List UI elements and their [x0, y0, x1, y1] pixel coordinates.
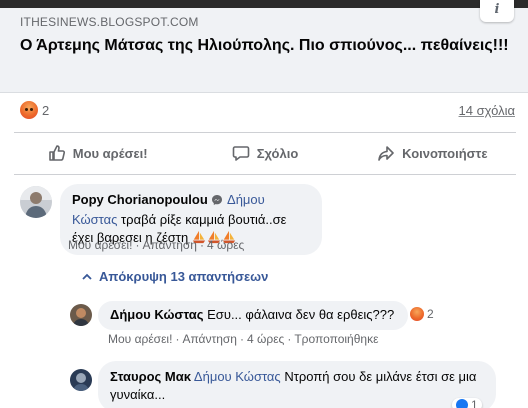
reply-reaction-count: 2: [427, 307, 434, 321]
comment-like-link[interactable]: Μου αρέσει!: [68, 238, 132, 252]
comment-author[interactable]: Popy Chorianopoulou: [72, 192, 208, 207]
hide-replies-toggle[interactable]: Απόκρυψη 13 απαντήσεων: [82, 269, 268, 284]
share-label: Κοινοποιήστε: [402, 145, 488, 161]
reply-author[interactable]: Σταυρος Μακ: [110, 369, 191, 384]
comment-reply-link[interactable]: Απάντηση: [142, 238, 197, 252]
avatar[interactable]: [70, 304, 92, 326]
divider: [14, 174, 516, 175]
angry-reaction-icon[interactable]: [20, 101, 38, 119]
preview-title[interactable]: Ο Άρτεμης Μάτσας της Ηλιούπολης. Πιο σπι…: [20, 36, 510, 56]
reply-meta: Μου αρέσει! · Απάντηση · 4 ώρες · Τροποποιήθηκ…: [108, 332, 379, 346]
comment-meta: Μου αρέσει! · Απάντηση · 4 ώρες: [68, 238, 245, 252]
avatar[interactable]: [20, 186, 52, 218]
action-bar: Μου αρέσει! Σχόλιο Κοινοποιήστε: [14, 133, 516, 173]
messenger-icon: [211, 193, 223, 211]
preview-domain: ITHESINEWS.BLOGSPOT.COM: [20, 15, 199, 29]
comments-count-link[interactable]: 14 σχόλια: [459, 103, 515, 118]
link-preview[interactable]: ITHESINEWS.BLOGSPOT.COM Ο Άρτεμης Μάτσας…: [0, 0, 528, 93]
edited-label[interactable]: Τροποποιήθηκε: [294, 332, 378, 346]
comment-label: Σχόλιο: [256, 145, 299, 161]
reply-reaction[interactable]: 2: [410, 307, 434, 321]
avatar[interactable]: [70, 369, 92, 391]
reply-bubble: Δήμου Κώστας Εσυ... φάλαινα δεν θα ερθει…: [98, 301, 408, 330]
like-button[interactable]: Μου αρέσει!: [14, 133, 181, 173]
comment-button[interactable]: Σχόλιο: [181, 133, 348, 173]
share-button[interactable]: Κοινοποιήστε: [349, 133, 516, 173]
reply-reply-link[interactable]: Απάντηση: [182, 332, 237, 346]
comment-time[interactable]: 4 ώρες: [207, 238, 244, 252]
reply-bubble: Σταυρος Μακ Δήμου Κώστας Ντροπή σου δε μ…: [98, 361, 496, 408]
share-icon: [377, 144, 395, 162]
reply-time[interactable]: 4 ώρες: [247, 332, 284, 346]
chevron-up-icon: [82, 269, 92, 284]
reaction-summary: 2 14 σχόλια: [0, 93, 528, 129]
like-reaction-icon: [456, 399, 468, 408]
reply-text: Εσυ... φάλαινα δεν θα ερθεις???: [207, 307, 395, 322]
reply-reaction[interactable]: 1: [452, 398, 482, 408]
angry-reaction-icon: [410, 307, 424, 321]
reply-reaction-count: 1: [471, 398, 478, 408]
reply-author[interactable]: Δήμου Κώστας: [110, 307, 204, 322]
like-label: Μου αρέσει!: [72, 145, 148, 161]
info-icon[interactable]: i: [480, 0, 514, 22]
reply-mention[interactable]: Δήμου Κώστας: [194, 369, 281, 384]
comment-icon: [232, 144, 250, 162]
reply-like-link[interactable]: Μου αρέσει!: [108, 332, 172, 346]
like-icon: [48, 144, 66, 162]
reaction-count[interactable]: 2: [42, 103, 49, 118]
preview-image[interactable]: [0, 0, 528, 8]
hide-replies-label: Απόκρυψη 13 απαντήσεων: [99, 269, 269, 284]
